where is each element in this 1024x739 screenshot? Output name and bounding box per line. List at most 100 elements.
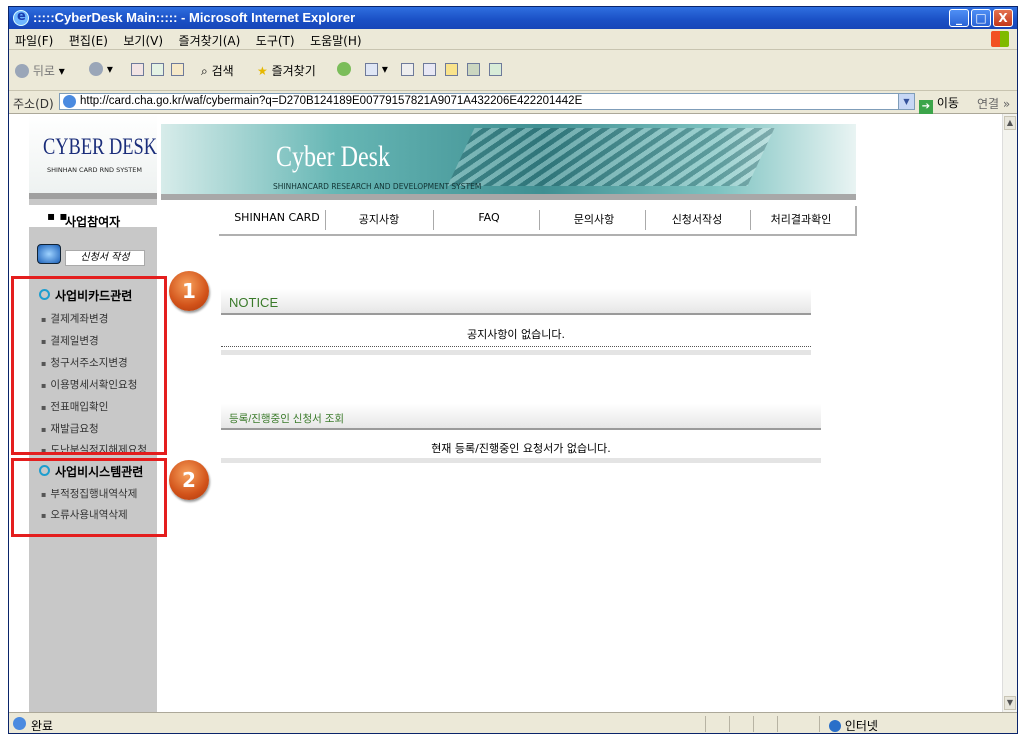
header-banner: Cyber Desk SHINHANCARD RESEARCH AND DEVE… xyxy=(161,124,856,200)
request-empty-message: 현재 등록/진행중인 요청서가 없습니다. xyxy=(431,442,611,455)
tab-result-check[interactable]: 처리결과확인 xyxy=(751,211,851,227)
home-button[interactable] xyxy=(171,62,184,76)
write-application-label: 신청서 작성 xyxy=(65,250,145,266)
menu-file[interactable]: 파일(F) xyxy=(9,29,59,49)
status-divider xyxy=(705,716,706,732)
stop-button[interactable] xyxy=(131,62,144,76)
status-divider xyxy=(777,716,778,732)
tab-inquiry[interactable]: 문의사항 xyxy=(541,211,647,227)
tab-divider xyxy=(539,210,540,230)
maximize-button[interactable]: □ xyxy=(971,9,991,27)
ie-icon xyxy=(13,9,29,26)
request-panel-title: 등록/진행중인 신청서 조회 xyxy=(229,413,345,425)
home-icon xyxy=(171,63,184,76)
logo-subtitle: SHINHAN CARD RND SYSTEM xyxy=(47,166,142,174)
links-button[interactable]: 연결 » xyxy=(977,95,1010,112)
tab-faq[interactable]: FAQ xyxy=(435,211,543,224)
write-application-button[interactable]: 신청서 작성 xyxy=(35,244,147,270)
monitor-icon xyxy=(37,244,61,264)
window-title: :::::CyberDesk Main::::: - Microsoft Int… xyxy=(33,10,356,25)
refresh-button[interactable] xyxy=(151,62,164,76)
page-content: CYBER DESK SHINHAN CARD RND SYSTEM Cyber… xyxy=(9,114,1002,712)
request-bottom-bar xyxy=(221,458,821,463)
print-icon xyxy=(401,63,414,76)
back-label: 뒤로 xyxy=(32,64,55,78)
history-icon xyxy=(337,62,351,76)
menu-help[interactable]: 도움말(H) xyxy=(304,29,368,49)
back-arrow-icon xyxy=(15,64,29,78)
notice-divider xyxy=(221,346,811,347)
address-bar: 주소(D) http://card.cha.go.kr/waf/cybermai… xyxy=(9,91,1017,114)
go-arrow-icon: ➔ xyxy=(919,100,933,114)
banner-subtitle: SHINHANCARD RESEARCH AND DEVELOPMENT SYS… xyxy=(273,182,482,191)
print-button[interactable] xyxy=(401,62,414,76)
globe-icon xyxy=(829,720,841,732)
mail-button[interactable]: ▾ xyxy=(365,62,388,76)
tab-shinhan-card[interactable]: SHINHAN CARD xyxy=(227,211,327,224)
menu-tools[interactable]: 도구(T) xyxy=(250,29,301,49)
address-url: http://card.cha.go.kr/waf/cybermain?q=D2… xyxy=(80,95,583,107)
notice-bottom-bar xyxy=(221,350,811,355)
go-button[interactable]: ➔ 이동 xyxy=(919,94,959,114)
notice-title: NOTICE xyxy=(229,295,279,310)
stop-icon xyxy=(131,63,144,76)
menu-favorites[interactable]: 즐겨찾기(A) xyxy=(173,29,247,49)
forward-arrow-icon xyxy=(89,62,103,76)
menu-view[interactable]: 보기(V) xyxy=(117,29,169,49)
menu-edit[interactable]: 편집(E) xyxy=(63,29,114,49)
highlight-box-1 xyxy=(11,276,167,455)
scroll-up-icon[interactable]: ▲ xyxy=(1004,116,1016,130)
logo-title: CYBER DESK xyxy=(43,134,157,159)
address-dropdown-icon[interactable]: ▼ xyxy=(898,94,914,109)
menu-bar: 파일(F) 편집(E) 보기(V) 즐겨찾기(A) 도구(T) 도움말(H) xyxy=(9,29,1017,50)
security-zone: 인터넷 xyxy=(829,717,878,733)
close-button[interactable]: X xyxy=(993,9,1013,27)
tab-notice[interactable]: 공지사항 xyxy=(329,211,429,227)
cyberdesk-logo[interactable]: CYBER DESK SHINHAN CARD RND SYSTEM xyxy=(29,114,157,199)
browser-window: :::::CyberDesk Main::::: - Microsoft Int… xyxy=(8,6,1018,734)
forward-button[interactable]: ▾ xyxy=(89,62,113,76)
keyboard-image xyxy=(447,128,775,186)
status-divider xyxy=(729,716,730,732)
research-button[interactable] xyxy=(467,62,480,76)
refresh-icon xyxy=(151,63,164,76)
edit-button[interactable] xyxy=(423,62,436,76)
discuss-button[interactable] xyxy=(445,62,458,76)
links-label: 연결 xyxy=(977,97,1000,111)
favorites-button[interactable]: ★ 즐겨찾기 xyxy=(257,62,316,79)
status-bar: 완료 인터넷 xyxy=(9,712,1017,733)
go-label: 이동 xyxy=(936,96,959,110)
tab-divider xyxy=(325,210,326,230)
top-tab-bar: SHINHAN CARD 공지사항 FAQ 문의사항 신청서작성 처리결과확인 xyxy=(219,206,857,236)
status-divider xyxy=(819,716,820,732)
banner-title: Cyber Desk xyxy=(276,140,390,173)
page-icon xyxy=(63,95,76,108)
toolbar: 뒤로 ▾ ▾ ⌕ 검색 ★ 즐겨찾기 ▾ xyxy=(9,50,1017,91)
search-icon: ⌕ xyxy=(201,64,208,78)
tab-divider xyxy=(645,210,646,230)
back-button[interactable]: 뒤로 ▾ xyxy=(15,62,65,79)
address-label: 주소(D) xyxy=(13,97,54,111)
scroll-down-icon[interactable]: ▼ xyxy=(1004,696,1016,710)
title-bar: :::::CyberDesk Main::::: - Microsoft Int… xyxy=(9,7,1017,29)
vertical-scrollbar[interactable]: ▲ ▼ xyxy=(1002,114,1017,712)
participant-header: ▪ 사업참여자 ▪ xyxy=(29,205,157,229)
search-button[interactable]: ⌕ 검색 xyxy=(201,62,234,79)
tab-write-application[interactable]: 신청서작성 xyxy=(647,211,747,227)
star-icon: ★ xyxy=(257,64,268,78)
request-panel-header: 등록/진행중인 신청서 조회 xyxy=(221,404,821,430)
research-icon xyxy=(467,63,480,76)
favorites-label: 즐겨찾기 xyxy=(271,64,316,78)
page-done-icon xyxy=(13,717,26,730)
search-label: 검색 xyxy=(211,64,234,78)
highlight-box-2 xyxy=(11,458,167,537)
mail-icon xyxy=(365,63,378,76)
notice-panel-header: NOTICE xyxy=(221,289,811,315)
tab-divider xyxy=(433,210,434,230)
history-button[interactable] xyxy=(337,62,351,76)
messenger-button[interactable] xyxy=(489,62,502,76)
address-input[interactable]: http://card.cha.go.kr/waf/cybermain?q=D2… xyxy=(59,93,915,110)
minimize-button[interactable]: _ xyxy=(949,9,969,27)
note-icon xyxy=(445,63,458,76)
number-badge-1: 1 xyxy=(169,271,209,311)
